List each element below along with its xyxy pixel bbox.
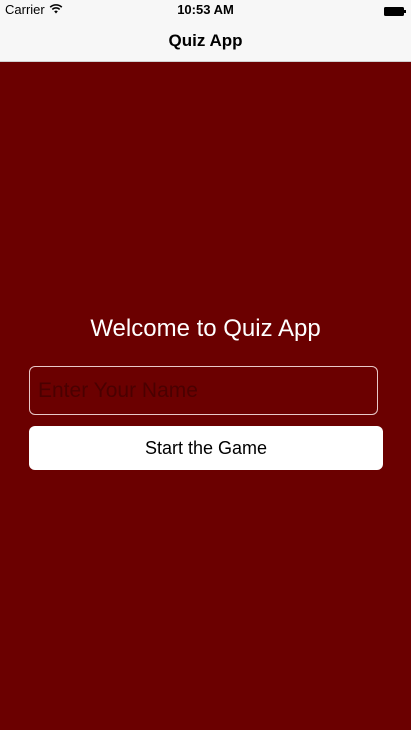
- navigation-bar: Quiz App: [0, 18, 411, 62]
- welcome-screen: Welcome to Quiz App Start the Game: [0, 62, 411, 730]
- name-input[interactable]: [29, 366, 378, 415]
- welcome-heading: Welcome to Quiz App: [90, 315, 321, 342]
- page-title: Quiz App: [168, 31, 243, 50]
- status-time: 10:53 AM: [177, 2, 234, 17]
- battery-icon: [384, 4, 406, 16]
- start-game-button[interactable]: Start the Game: [29, 426, 383, 470]
- status-bar: Carrier 10:53 AM: [0, 0, 411, 18]
